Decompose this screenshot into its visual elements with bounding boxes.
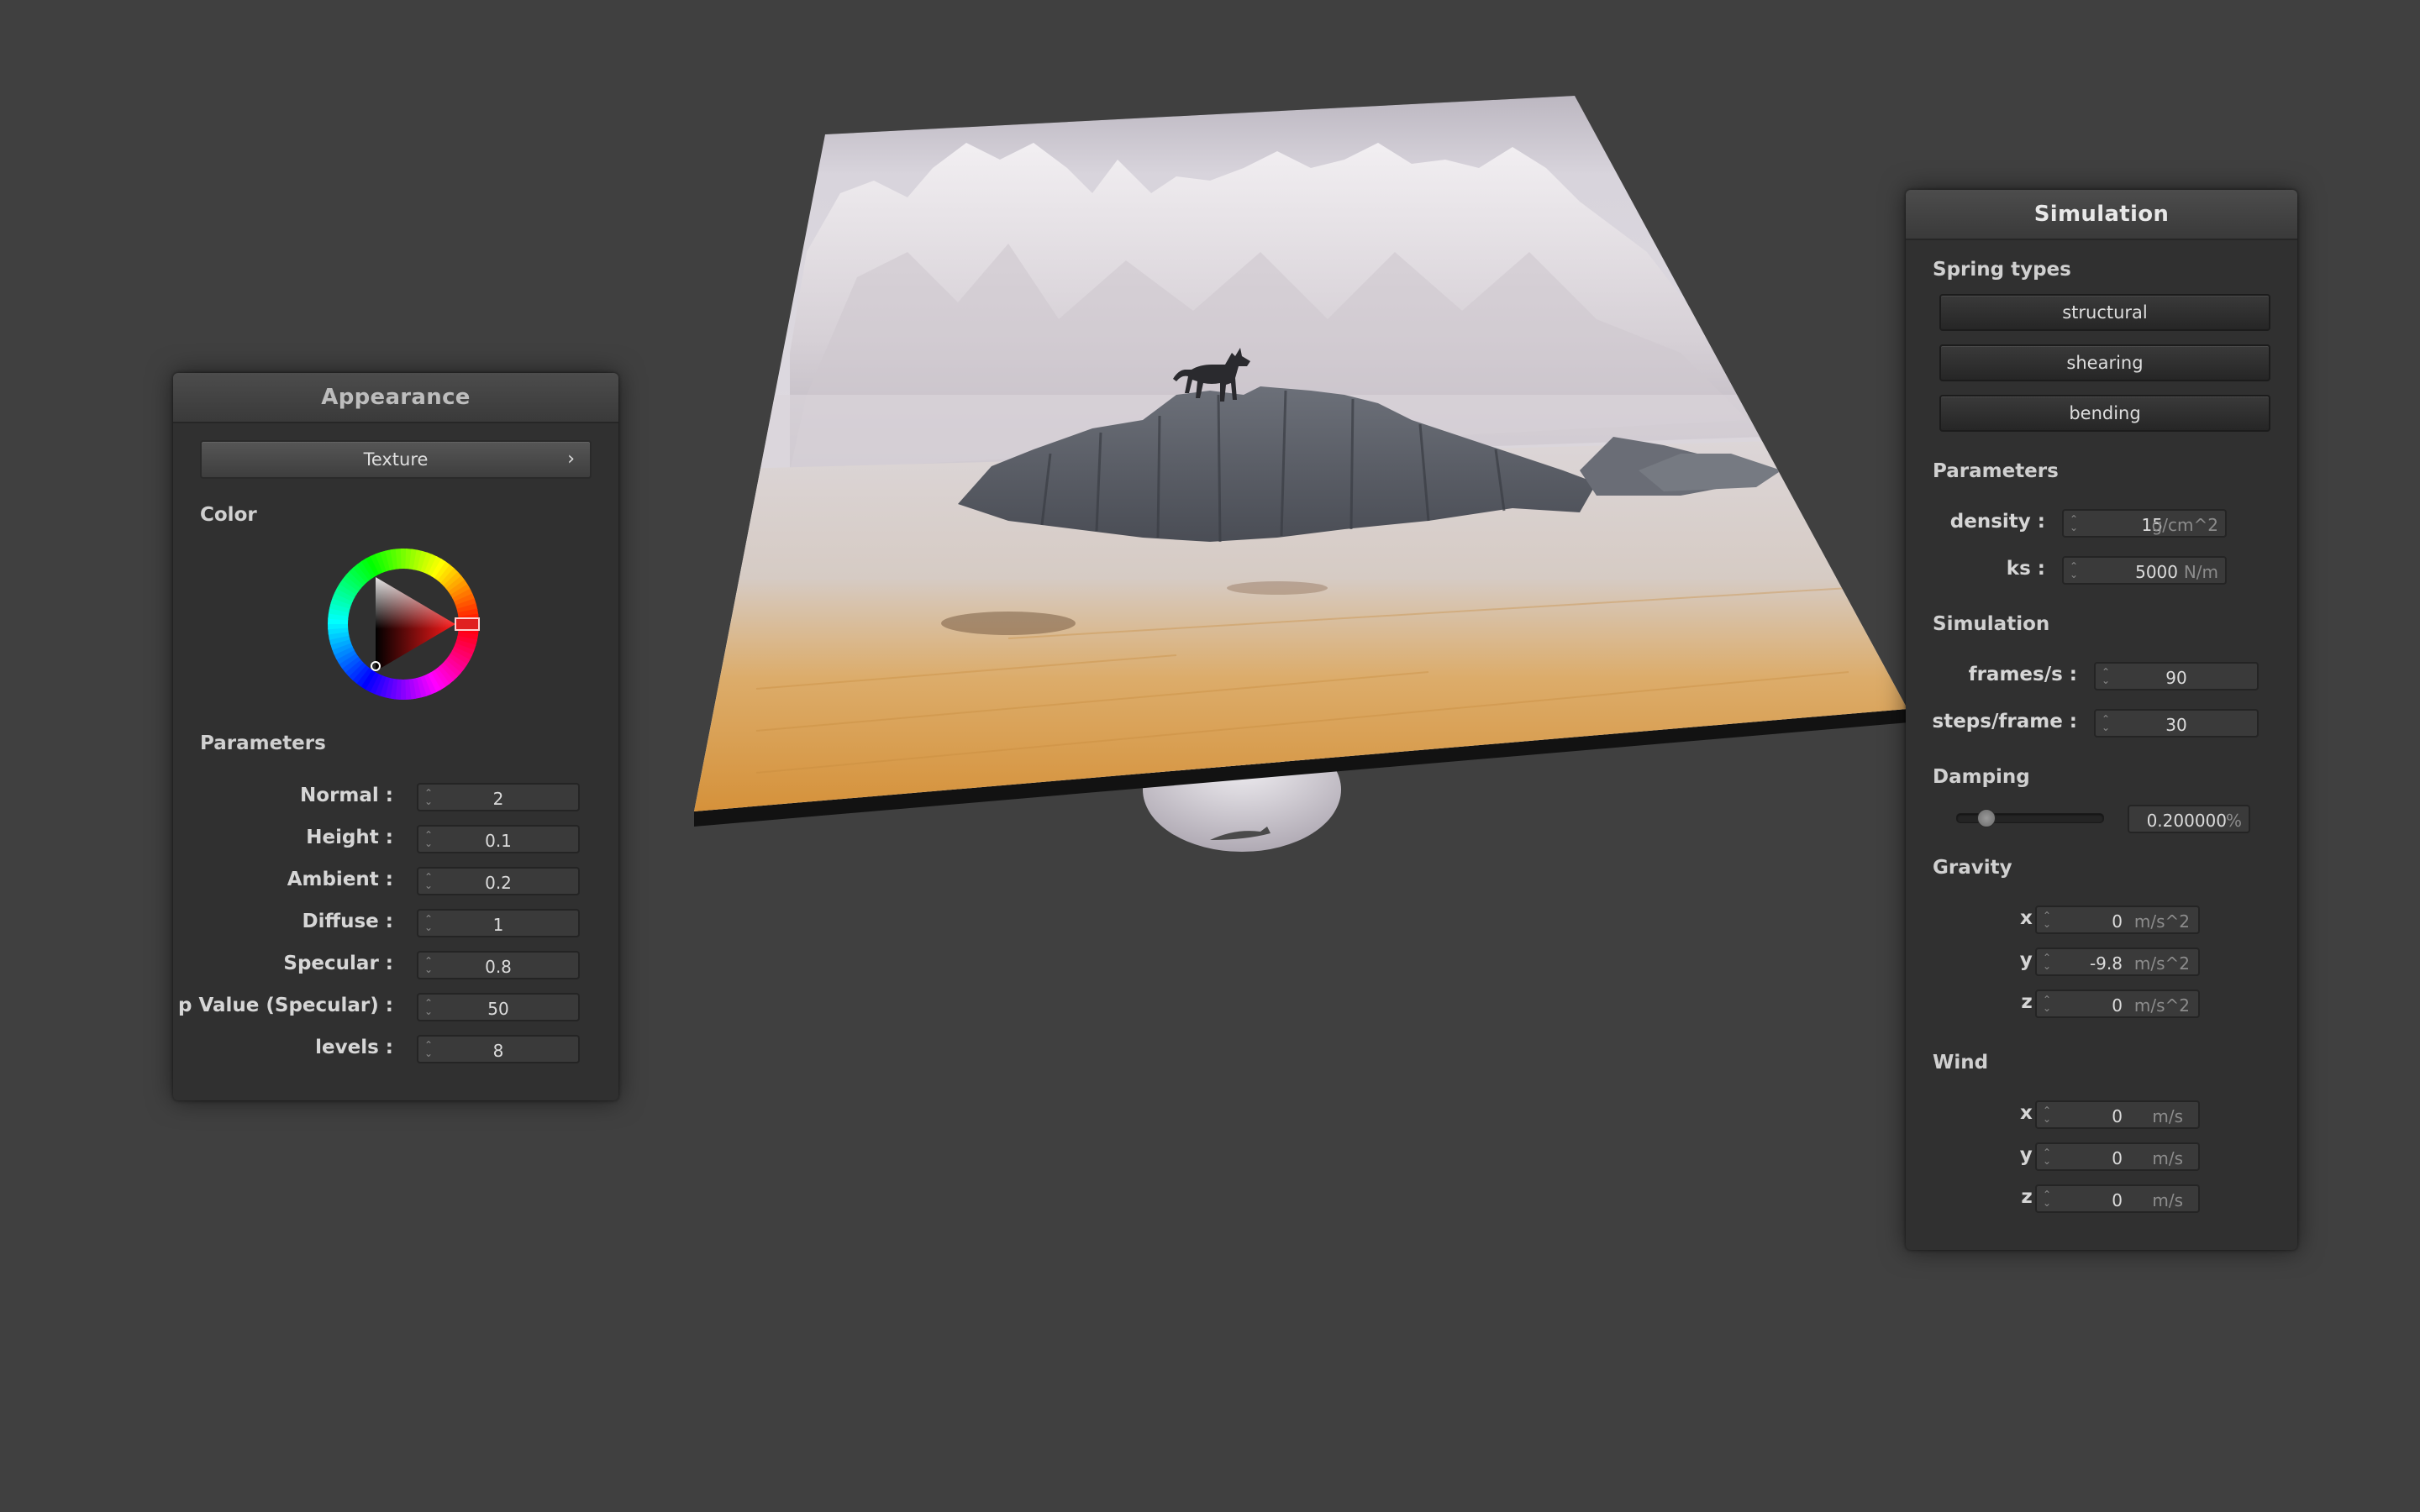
gravity-unit: m/s^2 <box>2133 953 2190 974</box>
texture-button[interactable]: Texture › <box>200 440 592 479</box>
hue-handle[interactable] <box>455 617 480 631</box>
ks-unit: N/m <box>2183 562 2218 582</box>
appearance-param-value: 50 <box>487 999 509 1019</box>
ks-value: 5000 <box>2135 562 2178 582</box>
gravity-value: 0 <box>2112 995 2123 1016</box>
wind-label: Wind <box>1933 1052 1989 1074</box>
ks-label: ks : <box>2006 558 2045 580</box>
appearance-param-field[interactable]: ⌃ ⌄ 0.2 <box>417 867 580 895</box>
spinner-icon[interactable]: ⌃ ⌄ <box>2042 1189 2052 1209</box>
structural-button[interactable]: structural <box>1939 294 2270 331</box>
appearance-param-label: Height : <box>306 827 393 848</box>
color-section-label: Color <box>200 504 257 526</box>
shearing-button-label: shearing <box>2066 353 2144 373</box>
frames-value: 90 <box>2165 668 2187 688</box>
damping-slider-knob[interactable] <box>1976 809 1996 827</box>
appearance-param-field[interactable]: ⌃ ⌄ 2 <box>417 783 580 811</box>
ks-field[interactable]: ⌃ ⌄ 5000 N/m <box>2062 556 2227 585</box>
steps-value: 30 <box>2165 715 2187 735</box>
appearance-panel: Appearance Texture › Color Parameters No… <box>173 373 618 1100</box>
simulation-sub-label: Simulation <box>1933 613 2050 635</box>
density-field[interactable]: ⌃ ⌄ 15 g/cm^2 <box>2062 509 2227 538</box>
spinner-icon[interactable]: ⌃ ⌄ <box>2042 952 2052 972</box>
appearance-param-value: 0.2 <box>485 873 512 893</box>
wind-y-field[interactable]: ⌃ ⌄ 0 m/s <box>2035 1142 2200 1171</box>
damping-field[interactable]: 0.200000 % <box>2128 805 2250 833</box>
gravity-y-field[interactable]: ⌃ ⌄ -9.8 m/s^2 <box>2035 948 2200 976</box>
wind-unit: m/s <box>2152 1106 2183 1126</box>
appearance-param-field[interactable]: ⌃ ⌄ 0.8 <box>417 951 580 979</box>
damping-unit: % <box>2225 811 2242 831</box>
chevron-right-icon: › <box>567 449 575 470</box>
damping-label: Damping <box>1933 766 2030 788</box>
spinner-icon[interactable]: ⌃ ⌄ <box>2042 1105 2052 1125</box>
simulation-params-label: Parameters <box>1933 460 2059 482</box>
appearance-param-label: Diffuse : <box>302 911 393 932</box>
frames-field[interactable]: ⌃ ⌄ 90 <box>2094 662 2259 690</box>
appearance-param-label: Specular : <box>283 953 393 974</box>
gravity-unit: m/s^2 <box>2133 995 2190 1016</box>
appearance-param-value: 8 <box>492 1041 504 1061</box>
gravity-unit: m/s^2 <box>2133 911 2190 932</box>
appearance-param-value: 1 <box>492 915 504 935</box>
density-label: density : <box>1949 511 2045 533</box>
texture-button-label: Texture <box>363 449 429 470</box>
appearance-panel-title[interactable]: Appearance <box>173 373 618 423</box>
wind-x-field[interactable]: ⌃ ⌄ 0 m/s <box>2035 1100 2200 1129</box>
appearance-param-value: 0.8 <box>485 957 512 977</box>
wind-value: 0 <box>2112 1148 2123 1168</box>
appearance-param-field[interactable]: ⌃ ⌄ 8 <box>417 1035 580 1063</box>
spinner-icon[interactable]: ⌃ ⌄ <box>2069 560 2079 580</box>
gravity-label: Gravity <box>1933 857 2012 879</box>
wind-unit: m/s <box>2152 1148 2183 1168</box>
color-wheel[interactable] <box>319 546 487 702</box>
gravity-x-field[interactable]: ⌃ ⌄ 0 m/s^2 <box>2035 906 2200 934</box>
appearance-param-label: levels : <box>315 1037 393 1058</box>
gravity-value: -9.8 <box>2089 953 2123 974</box>
simulation-panel-title[interactable]: Simulation <box>1906 190 2297 240</box>
appearance-params-label: Parameters <box>200 732 326 754</box>
viewport-background[interactable]: Appearance Texture › Color Parameters No… <box>0 0 2420 1512</box>
frames-label: frames/s : <box>1968 664 2077 685</box>
wind-value: 0 <box>2112 1190 2123 1210</box>
appearance-param-value: 2 <box>492 789 504 809</box>
gravity-z-field[interactable]: ⌃ ⌄ 0 m/s^2 <box>2035 990 2200 1018</box>
appearance-param-label: p Value (Specular) : <box>177 995 393 1016</box>
steps-field[interactable]: ⌃ ⌄ 30 <box>2094 709 2259 738</box>
shearing-button[interactable]: shearing <box>1939 344 2270 381</box>
appearance-param-value: 0.1 <box>485 831 512 851</box>
appearance-param-field[interactable]: ⌃ ⌄ 50 <box>417 993 580 1021</box>
simulation-panel: Simulation Spring types structural shear… <box>1906 190 2297 1250</box>
appearance-param-field[interactable]: ⌃ ⌄ 1 <box>417 909 580 937</box>
bending-button-label: bending <box>2069 403 2141 423</box>
spinner-icon[interactable]: ⌃ ⌄ <box>2042 910 2052 930</box>
appearance-param-field[interactable]: ⌃ ⌄ 0.1 <box>417 825 580 853</box>
wind-z-field[interactable]: ⌃ ⌄ 0 m/s <box>2035 1184 2200 1213</box>
density-unit: g/cm^2 <box>2151 515 2218 535</box>
spinner-icon[interactable]: ⌃ ⌄ <box>2069 513 2079 533</box>
wind-value: 0 <box>2112 1106 2123 1126</box>
structural-button-label: structural <box>2062 302 2148 323</box>
appearance-param-label: Normal : <box>300 785 393 806</box>
wind-unit: m/s <box>2152 1190 2183 1210</box>
bending-button[interactable]: bending <box>1939 395 2270 432</box>
steps-label: steps/frame : <box>1932 711 2077 732</box>
damping-value: 0.200000 <box>2146 811 2227 831</box>
spinner-icon[interactable]: ⌃ ⌄ <box>2042 994 2052 1014</box>
spring-types-label: Spring types <box>1933 259 2071 281</box>
gravity-value: 0 <box>2112 911 2123 932</box>
appearance-param-label: Ambient : <box>287 869 393 890</box>
spinner-icon[interactable]: ⌃ ⌄ <box>2042 1147 2052 1167</box>
